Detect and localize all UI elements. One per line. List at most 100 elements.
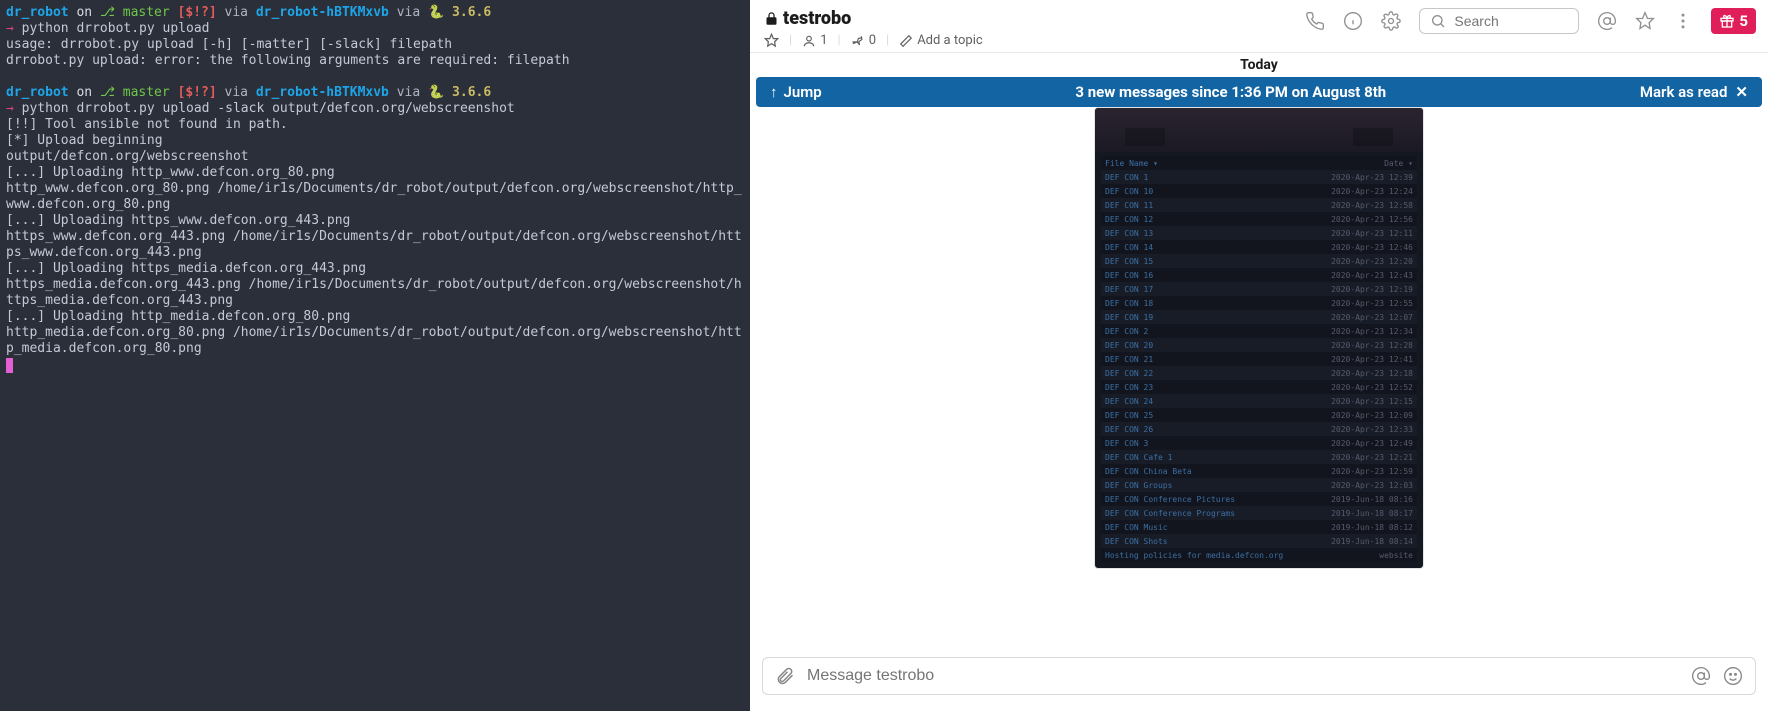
terminal-output: [!!] Tool ansible not found in path.: [6, 117, 288, 132]
prompt-flags: [$!?]: [178, 5, 217, 20]
attachment-row: DEF CON 112020-Apr-23 12:58: [1101, 198, 1417, 212]
attachment-row: DEF CON China Beta2020-Apr-23 12:59: [1101, 464, 1417, 478]
attachment-row: DEF CON 172020-Apr-23 12:19: [1101, 282, 1417, 296]
terminal-command-1: python drrobot.py upload: [22, 21, 210, 36]
terminal-output: [...] Uploading http_media.defcon.org_80…: [6, 309, 350, 324]
terminal-output: [...] Uploading https_www.defcon.org_443…: [6, 213, 350, 228]
terminal-output: [*] Upload beginning: [6, 133, 163, 148]
attachment-row: DEF CON 212020-Apr-23 12:41: [1101, 352, 1417, 366]
attachment-row: DEF CON 152020-Apr-23 12:20: [1101, 254, 1417, 268]
info-icon[interactable]: [1343, 11, 1363, 31]
star-icon[interactable]: [1635, 11, 1655, 31]
close-icon[interactable]: ✕: [1735, 83, 1748, 101]
attachment-row: DEF CON 162020-Apr-23 12:43: [1101, 268, 1417, 282]
search-box[interactable]: [1419, 8, 1579, 34]
jump-label: Jump: [784, 83, 822, 101]
message-input[interactable]: [807, 667, 1679, 685]
prompt-arrow: →: [6, 21, 14, 36]
new-messages-label: 3 new messages since 1:36 PM on August 8…: [822, 83, 1640, 101]
call-icon[interactable]: [1305, 11, 1325, 31]
message-list[interactable]: File Name ▾Date ▾DEF CON 12020-Apr-23 12…: [750, 107, 1768, 647]
pin-count-value: 0: [869, 33, 876, 48]
prompt-env: dr_robot-hBTKMxvb: [256, 5, 389, 20]
terminal-cursor: [6, 358, 13, 373]
prompt-dir: dr_robot: [6, 5, 69, 20]
attachment-row: DEF CON Groups2020-Apr-23 12:03: [1101, 478, 1417, 492]
terminal-output: drrobot.py upload: error: the following …: [6, 53, 570, 68]
terminal-output: https_www.defcon.org_443.png /home/ir1s/…: [6, 229, 742, 260]
terminal-output: [...] Uploading https_media.defcon.org_4…: [6, 261, 366, 276]
prompt-env: dr_robot-hBTKMxvb: [256, 85, 389, 100]
message-composer[interactable]: [762, 657, 1756, 695]
mark-as-read-button[interactable]: Mark as read ✕: [1640, 83, 1748, 101]
mention-icon[interactable]: [1691, 666, 1711, 686]
search-input[interactable]: [1454, 13, 1568, 29]
attachment-row: DEF CON 102020-Apr-23 12:24: [1101, 184, 1417, 198]
attachment-row: DEF CON 222020-Apr-23 12:18: [1101, 366, 1417, 380]
terminal-output: http_media.defcon.org_80.png /home/ir1s/…: [6, 325, 742, 356]
prompt-flags: [$!?]: [178, 85, 217, 100]
attachment-row: DEF CON 142020-Apr-23 12:46: [1101, 240, 1417, 254]
member-count-value: 1: [820, 33, 827, 48]
new-messages-banner: ↑ Jump 3 new messages since 1:36 PM on A…: [756, 77, 1762, 107]
prompt-dir: dr_robot: [6, 85, 69, 100]
settings-icon[interactable]: [1381, 11, 1401, 31]
attachment-row: DEF CON 202020-Apr-23 12:28: [1101, 338, 1417, 352]
prompt-on: on: [76, 85, 92, 100]
terminal-command-2: python drrobot.py upload -slack output/d…: [22, 101, 515, 116]
emoji-icon[interactable]: [1723, 666, 1743, 686]
attachment-row: DEF CON Shots2019-Jun-18 08:14: [1101, 534, 1417, 548]
arrow-up-icon: ↑: [770, 83, 778, 101]
gift-count: 5: [1739, 12, 1748, 30]
prompt-py-sym: 🐍: [428, 85, 444, 100]
prompt-py-ver: 3.6.6: [452, 5, 491, 20]
terminal-output: https_media.defcon.org_443.png /home/ir1…: [6, 277, 742, 308]
terminal-output: usage: drrobot.py upload [-h] [-matter] …: [6, 37, 452, 52]
more-icon[interactable]: [1673, 11, 1693, 31]
attachment-row: Hosting policies for media.defcon.orgweb…: [1101, 548, 1417, 562]
attachment-row: DEF CON 232020-Apr-23 12:52: [1101, 380, 1417, 394]
prompt-via1: via: [225, 85, 248, 100]
member-count[interactable]: 1: [802, 33, 827, 48]
add-topic-button[interactable]: Add a topic: [899, 33, 982, 48]
attachment-row: DEF CON 22020-Apr-23 12:34: [1101, 324, 1417, 338]
attachment-row: DEF CON Conference Pictures2019-Jun-18 0…: [1101, 492, 1417, 506]
attachment-row: DEF CON 12020-Apr-23 12:39: [1101, 170, 1417, 184]
slack-pane: testrobo | 1 | 0 | Add a: [750, 0, 1768, 711]
prompt-on: on: [76, 5, 92, 20]
prompt-branch: master: [123, 85, 170, 100]
terminal-output: output/defcon.org/webscreenshot: [6, 149, 249, 164]
star-channel-button[interactable]: [764, 33, 779, 48]
channel-title[interactable]: testrobo: [764, 8, 983, 29]
gift-button[interactable]: 5: [1711, 8, 1756, 34]
gift-icon: [1719, 13, 1735, 29]
channel-header: testrobo | 1 | 0 | Add a: [750, 0, 1768, 53]
attachment-icon[interactable]: [775, 666, 795, 686]
prompt-via2: via: [397, 85, 420, 100]
jump-button[interactable]: ↑ Jump: [770, 83, 822, 101]
terminal-output: [...] Uploading http_www.defcon.org_80.p…: [6, 165, 335, 180]
attachment-row: DEF CON 122020-Apr-23 12:56: [1101, 212, 1417, 226]
attachment-file-listing: File Name ▾Date ▾DEF CON 12020-Apr-23 12…: [1095, 152, 1423, 568]
attachment-row: DEF CON 252020-Apr-23 12:09: [1101, 408, 1417, 422]
prompt-via1: via: [225, 5, 248, 20]
attachment-row: DEF CON 262020-Apr-23 12:33: [1101, 422, 1417, 436]
attachment-row: DEF CON 132020-Apr-23 12:11: [1101, 226, 1417, 240]
mentions-icon[interactable]: [1597, 11, 1617, 31]
prompt-py-ver: 3.6.6: [452, 85, 491, 100]
mark-as-read-label: Mark as read: [1640, 83, 1728, 101]
prompt-py-sym: 🐍: [428, 5, 444, 20]
date-divider: Today: [750, 53, 1768, 77]
pin-count[interactable]: 0: [851, 33, 876, 48]
prompt-branch-sym: ⎇: [100, 5, 115, 20]
attachment-row: DEF CON 192020-Apr-23 12:07: [1101, 310, 1417, 324]
channel-name: testrobo: [783, 8, 851, 29]
attachment-row: DEF CON Conference Programs2019-Jun-18 0…: [1101, 506, 1417, 520]
prompt-arrow: →: [6, 101, 14, 116]
prompt-branch-sym: ⎇: [100, 85, 115, 100]
image-attachment[interactable]: File Name ▾Date ▾DEF CON 12020-Apr-23 12…: [1094, 107, 1424, 569]
terminal-output: http_www.defcon.org_80.png /home/ir1s/Do…: [6, 181, 742, 212]
terminal-pane[interactable]: dr_robot on ⎇ master [$!?] via dr_robot-…: [0, 0, 750, 711]
attachment-row: DEF CON Music2019-Jun-18 08:12: [1101, 520, 1417, 534]
attachment-row: DEF CON 182020-Apr-23 12:55: [1101, 296, 1417, 310]
